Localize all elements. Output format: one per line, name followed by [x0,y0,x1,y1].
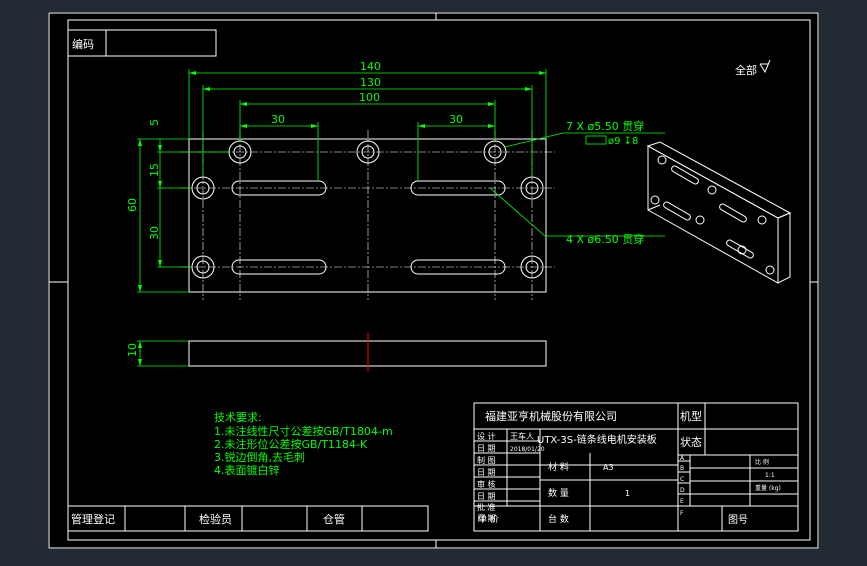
company-name: 福建亚亨机械股份有限公司 [485,409,617,423]
material-value: A3 [603,463,614,472]
dim-30-right: 30 [449,113,463,126]
registry-label: 管理登记 [71,512,115,526]
unit-price-label: 单 价 [478,513,499,525]
part-name: UTX-3S-链条线电机安装板 [537,433,657,446]
cad-viewport[interactable]: 编码 全部 140 130 100 30 30 5 15 60 30 10 7 … [0,0,867,562]
note-line-2: 2.未注形位公差按GB/T1184-K [214,437,368,451]
material-label: 材 料 [548,461,569,473]
date-label-3: 日 期 [477,492,496,501]
machine-label: 机型 [680,409,702,423]
notes-title: 技术要求: [214,411,262,424]
dim-130: 130 [360,76,381,89]
design-date: 2018/01/20 [510,446,545,453]
scale-label: 比 例 [755,458,769,466]
dim-140: 140 [360,60,381,73]
weight-label: 重量 (kg) [755,484,781,492]
state-row-b: B [680,465,684,472]
check-label: 审 核 [477,479,496,489]
drawing-label: 制 图 [477,455,496,465]
dim-30-vertical: 30 [148,226,161,240]
date-label-2: 日 期 [477,468,496,477]
state-row-f: F [680,510,684,517]
drawing-no-label: 图号 [728,514,748,526]
sets-label: 台 数 [548,513,569,525]
surface-label: 全部 [735,63,757,77]
dim-15: 15 [148,163,161,177]
note-line-4: 4.表面镀白锌 [214,463,280,477]
dim-60: 60 [126,198,139,212]
note-line-3: 3.锐边倒角,去毛刺 [214,450,305,464]
state-row-e: E [680,498,684,505]
status-label: 状态 [680,435,702,449]
quantity-value: 1 [625,489,630,498]
scale-value: 1:1 [765,472,775,479]
callout-hole-b: 4 X ø6.50 贯穿 [566,232,644,246]
dim-10: 10 [126,343,139,357]
quantity-label: 数 量 [548,487,569,499]
state-row-d: D [680,487,685,494]
note-line-1: 1.未注线性尺寸公差按GB/T1804-m [214,424,393,438]
inspector-label: 检验员 [199,512,232,526]
dim-30-left: 30 [271,113,285,126]
dim-100: 100 [359,91,380,104]
storage-label: 仓管 [323,512,345,526]
code-label: 编码 [72,37,94,51]
date-label-1: 日 期 [477,444,496,453]
state-row-c: C [680,476,684,483]
designer-name: 王车人 [510,431,534,441]
dim-5: 5 [148,119,161,126]
approve-label: 批 准 [477,502,496,512]
callout-counterbore: ø9 ↧8 [608,136,638,147]
callout-hole-a: 7 X ø5.50 贯穿 [566,119,644,133]
drawing-canvas[interactable]: 编码 全部 140 130 100 30 30 5 15 60 30 10 7 … [0,0,867,562]
design-label: 设 计 [477,431,496,441]
